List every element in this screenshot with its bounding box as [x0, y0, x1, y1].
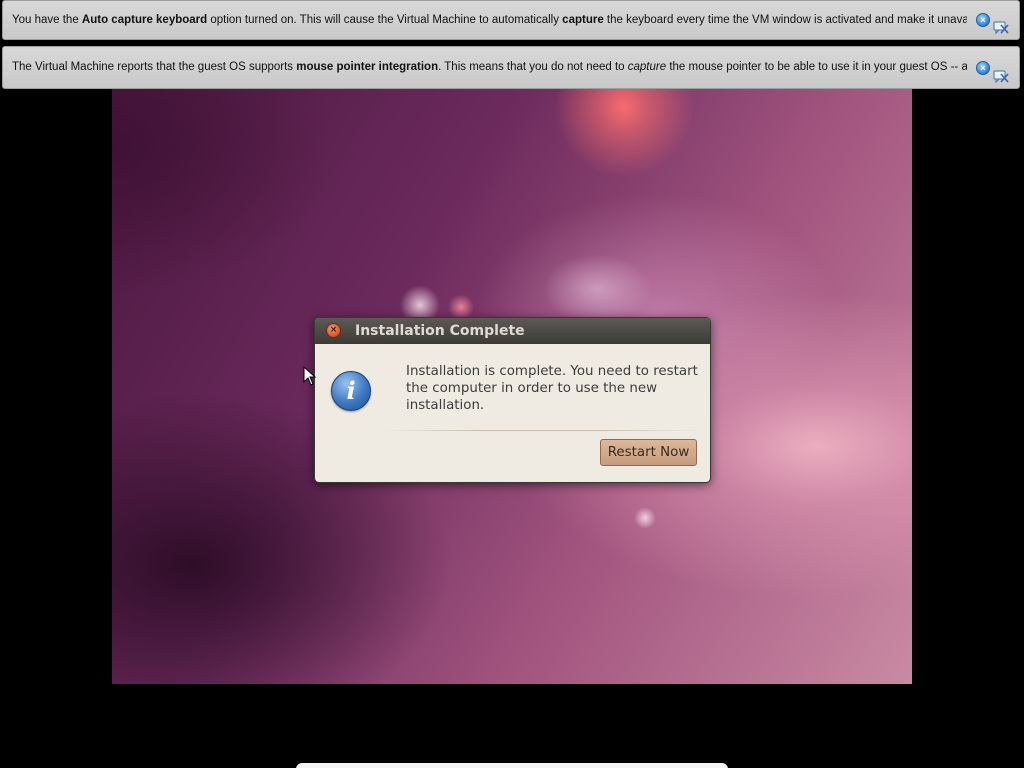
dont-show-again-icon[interactable]	[993, 13, 1009, 35]
notice-text-part: The Virtual Machine reports that the gue…	[12, 61, 297, 73]
mouse-integration-notice: The Virtual Machine reports that the gue…	[2, 46, 1020, 89]
vm-mini-toolbar[interactable]	[296, 763, 728, 768]
wallpaper-bokeh	[634, 507, 656, 529]
dialog-titlebar[interactable]: × Installation Complete	[315, 318, 710, 344]
notice-text-part: the mouse pointer to be able to use it i…	[669, 61, 967, 73]
dialog-message: Installation is complete. You need to re…	[406, 364, 698, 413]
dialog-title: Installation Complete	[355, 323, 525, 339]
notice-text-part: . This means that you do not need to	[438, 61, 628, 73]
restart-now-button[interactable]: Restart Now	[600, 439, 697, 466]
info-icon: i	[331, 371, 371, 411]
notice-actions: ×	[976, 1, 1009, 39]
notice-text: You have the Auto capture keyboard optio…	[12, 1, 967, 39]
mouse-pointer-icon	[303, 365, 317, 386]
notice-text: The Virtual Machine reports that the gue…	[12, 47, 967, 87]
notice-text-part: the keyboard every time the VM window is…	[606, 14, 967, 26]
notice-emphasis: mouse pointer integration	[296, 61, 439, 73]
close-dialog-icon[interactable]: ×	[326, 323, 341, 338]
notice-text-part: option turned on. This will cause the Vi…	[207, 14, 563, 26]
auto-capture-keyboard-notice: You have the Auto capture keyboard optio…	[2, 0, 1020, 40]
notice-emphasis: Auto capture keyboard	[81, 14, 208, 26]
notice-italic: capture	[627, 61, 667, 73]
vm-screen: You have the Auto capture keyboard optio…	[0, 0, 1024, 768]
dont-show-again-icon[interactable]	[993, 61, 1009, 83]
notice-emphasis: capture	[562, 14, 604, 26]
dialog-body: i Installation is complete. You need to …	[315, 344, 710, 482]
close-notice-icon[interactable]: ×	[976, 60, 990, 75]
close-notice-icon[interactable]: ×	[976, 13, 990, 27]
notice-actions: ×	[976, 47, 1009, 88]
wallpaper-bokeh	[542, 254, 652, 324]
installation-complete-dialog: × Installation Complete i Installation i…	[314, 317, 711, 483]
dialog-separator	[381, 430, 700, 431]
notice-text-part: You have the	[12, 14, 82, 26]
